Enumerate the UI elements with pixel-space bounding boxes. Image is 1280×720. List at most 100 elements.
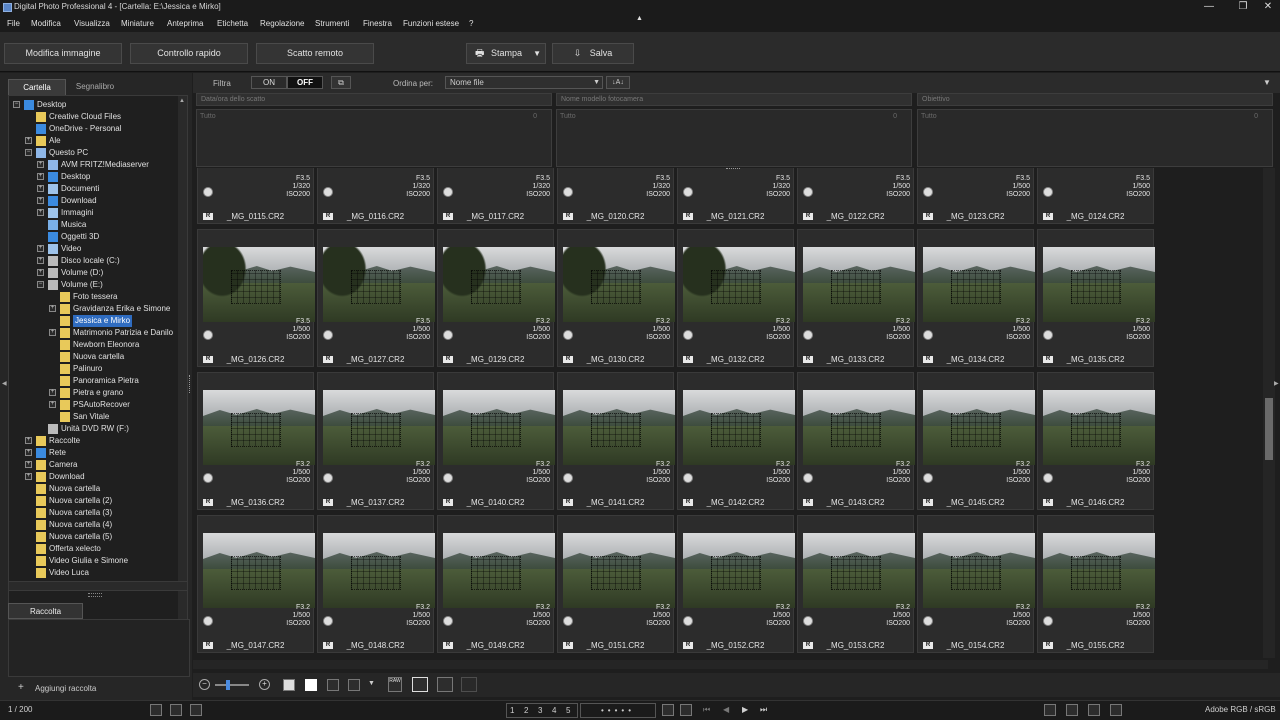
expand-toggle-icon[interactable]: +: [49, 305, 56, 312]
grid-splitter-handle[interactable]: [726, 168, 740, 171]
edit-status-icon[interactable]: [923, 473, 933, 483]
edit-status-icon[interactable]: [803, 616, 813, 626]
filter-settings-icon[interactable]: ⧉: [331, 76, 351, 89]
rotate-right-icon[interactable]: [680, 704, 692, 716]
edit-status-icon[interactable]: [1043, 616, 1053, 626]
expand-toggle-icon[interactable]: +: [25, 473, 32, 480]
filter-item-all[interactable]: Tutto: [200, 113, 216, 120]
photo-thumbnail[interactable]: [203, 533, 315, 608]
photo-thumbnail[interactable]: [923, 533, 1035, 608]
photo-thumbnail[interactable]: [203, 247, 315, 322]
thumbnail-cell[interactable]: F3.2 1/500 ISO200 R _MG_0133.CR2: [797, 229, 915, 367]
tree-node[interactable]: + Gravidanza Erika e Simone: [9, 303, 177, 315]
remote-shooting-button[interactable]: Scatto remoto: [256, 43, 374, 64]
thumbnail-cell[interactable]: F3.2 1/500 ISO200 R _MG_0130.CR2: [557, 229, 675, 367]
photo-thumbnail[interactable]: [923, 390, 1035, 465]
tree-node[interactable]: Nuova cartella (5): [9, 531, 177, 543]
edit-status-icon[interactable]: [803, 330, 813, 340]
thumbnail-cell[interactable]: F3.5 1/320 ISO200 R _MG_0115.CR2: [197, 168, 314, 224]
thumbnail-detail-layout-icon[interactable]: [170, 704, 182, 716]
edit-status-icon[interactable]: [563, 330, 573, 340]
thumbnail-cell[interactable]: F3.5 1/320 ISO200 R _MG_0116.CR2: [317, 168, 434, 224]
view-medium-icon[interactable]: [305, 679, 317, 691]
photo-thumbnail[interactable]: [563, 247, 675, 322]
photo-thumbnail[interactable]: [323, 390, 435, 465]
thumbnail-cell[interactable]: F3.2 1/500 ISO200 R _MG_0145.CR2: [917, 372, 1035, 510]
rating-2-button[interactable]: 2: [524, 706, 528, 718]
thumbnail-cell[interactable]: F3.5 1/500 ISO200 R _MG_0122.CR2: [797, 168, 914, 224]
tree-node[interactable]: + Rete: [9, 447, 177, 459]
expand-toggle-icon[interactable]: +: [37, 257, 44, 264]
edit-status-icon[interactable]: [923, 616, 933, 626]
grid-scroll-thumb[interactable]: [1265, 398, 1273, 460]
edit-status-icon[interactable]: [203, 473, 213, 483]
view-large-icon[interactable]: [327, 679, 339, 691]
grid-horizontal-scrollbar[interactable]: [193, 660, 1268, 669]
tree-node[interactable]: Foto tessera: [9, 291, 177, 303]
menu-visualizza[interactable]: Visualizza: [74, 19, 110, 28]
edit-status-icon[interactable]: [683, 187, 693, 197]
tree-node[interactable]: + Camera: [9, 459, 177, 471]
sort-order-icon[interactable]: ↓A↓: [606, 76, 630, 89]
tree-node[interactable]: + Desktop: [9, 171, 177, 183]
view-dropdown-icon[interactable]: ▼: [368, 680, 375, 687]
tree-node[interactable]: Nuova cartella: [9, 351, 177, 363]
expand-toggle-icon[interactable]: +: [37, 197, 44, 204]
tree-node[interactable]: − Volume (E:): [9, 279, 177, 291]
tree-node[interactable]: − Desktop: [9, 99, 177, 111]
thumbnail-cell[interactable]: F3.5 1/500 ISO200 R _MG_0124.CR2: [1037, 168, 1154, 224]
filter-list-lens[interactable]: Tutto 0: [917, 109, 1273, 167]
edit-status-icon[interactable]: [803, 187, 813, 197]
expand-toggle-icon[interactable]: +: [37, 173, 44, 180]
thumbnail-cell[interactable]: F3.2 1/500 ISO200 R _MG_0152.CR2: [677, 515, 795, 653]
thumbnail-cell[interactable]: F3.2 1/500 ISO200 R _MG_0154.CR2: [917, 515, 1035, 653]
thumbnail-cell[interactable]: F3.5 1/320 ISO200 R _MG_0121.CR2: [677, 168, 794, 224]
photo-thumbnail[interactable]: [683, 533, 795, 608]
tab-cartella[interactable]: Cartella: [8, 79, 66, 95]
tree-node[interactable]: + Video: [9, 243, 177, 255]
photo-thumbnail[interactable]: [563, 533, 675, 608]
fit-screen-icon[interactable]: [1044, 704, 1056, 716]
edit-status-icon[interactable]: [203, 616, 213, 626]
menu-file[interactable]: File: [7, 19, 20, 28]
thumbnail-cell[interactable]: F3.2 1/500 ISO200 R _MG_0149.CR2: [437, 515, 555, 653]
menu-modifica[interactable]: Modifica: [31, 19, 61, 28]
photo-thumbnail[interactable]: [203, 390, 315, 465]
thumbnail-cell[interactable]: F3.2 1/500 ISO200 R _MG_0136.CR2: [197, 372, 315, 510]
tree-node[interactable]: + Immagini: [9, 207, 177, 219]
expand-toggle-icon[interactable]: −: [13, 101, 20, 108]
edit-status-icon[interactable]: [443, 187, 453, 197]
frame-view-icon[interactable]: [412, 677, 428, 692]
edit-status-icon[interactable]: [323, 473, 333, 483]
tree-node[interactable]: Jessica e Mirko: [9, 315, 177, 327]
expand-toggle-icon[interactable]: +: [37, 209, 44, 216]
maximize-icon[interactable]: ❐: [1232, 1, 1254, 14]
grid-view-icon[interactable]: [437, 677, 453, 692]
rotate-left-icon[interactable]: [662, 704, 674, 716]
tree-node[interactable]: + Raccolte: [9, 435, 177, 447]
tree-node[interactable]: + Documenti: [9, 183, 177, 195]
filter-list-camera[interactable]: Tutto 0: [556, 109, 912, 167]
photo-thumbnail[interactable]: [323, 247, 435, 322]
collapse-right-icon[interactable]: ▶: [1274, 380, 1279, 387]
edit-status-icon[interactable]: [563, 187, 573, 197]
thumbnail-cell[interactable]: F3.2 1/500 ISO200 R _MG_0142.CR2: [677, 372, 795, 510]
filter-off-button[interactable]: OFF: [287, 76, 323, 89]
photo-thumbnail[interactable]: [1043, 247, 1155, 322]
expand-toggle-icon[interactable]: +: [25, 449, 32, 456]
menu-regolazione[interactable]: Regolazione: [260, 19, 304, 28]
splitter-handle[interactable]: [88, 593, 102, 597]
image-info-icon[interactable]: [1088, 704, 1100, 716]
tree-node[interactable]: Nuova cartella: [9, 483, 177, 495]
thumbnail-cell[interactable]: F3.2 1/500 ISO200 R _MG_0137.CR2: [317, 372, 435, 510]
camera-icon[interactable]: [1110, 704, 1122, 716]
sort-select[interactable]: Nome file ▼: [445, 76, 603, 89]
tree-node[interactable]: Newborn Eleonora: [9, 339, 177, 351]
filter-list-date[interactable]: Tutto 0: [196, 109, 552, 167]
tree-node[interactable]: − Questo PC: [9, 147, 177, 159]
menu-strumenti[interactable]: Strumenti: [315, 19, 349, 28]
thumbnail-cell[interactable]: F3.2 1/500 ISO200 R _MG_0132.CR2: [677, 229, 795, 367]
zoom-in-icon[interactable]: +: [259, 679, 270, 690]
expand-toggle-icon[interactable]: +: [25, 461, 32, 468]
expand-toggle-icon[interactable]: +: [49, 389, 56, 396]
